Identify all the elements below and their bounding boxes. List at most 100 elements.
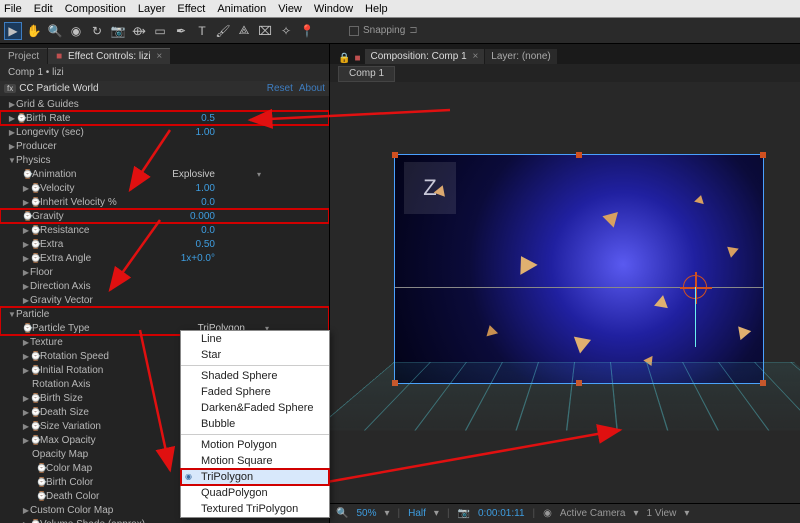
resize-handle[interactable] <box>760 152 766 158</box>
close-icon[interactable]: × <box>472 51 478 62</box>
clone-tool-icon[interactable]: ⟁ <box>235 22 253 40</box>
camera-tool-icon[interactable]: 📷 <box>109 22 127 40</box>
prop-death-color[interactable]: Death Color <box>46 491 99 502</box>
orbit-tool-icon[interactable]: ◉ <box>67 22 85 40</box>
prop-volume-shade[interactable]: Volume Shade (approx) <box>40 519 145 523</box>
prop-rot-axis[interactable]: Rotation Axis <box>32 379 90 390</box>
prop-size-var[interactable]: Size Variation <box>40 421 101 432</box>
dropdown-icon[interactable]: ▾ <box>257 170 261 179</box>
particle-type-dropdown[interactable]: Line Star Shaded Sphere Faded Sphere Dar… <box>180 330 330 518</box>
about-link[interactable]: About <box>299 83 325 94</box>
resize-handle[interactable] <box>392 152 398 158</box>
prop-animation-value[interactable]: Explosive <box>172 169 325 180</box>
option-shaded-sphere[interactable]: Shaded Sphere <box>181 368 329 384</box>
prop-velocity-value[interactable]: 1.00 <box>196 183 325 194</box>
lock-icon[interactable]: 🔒 <box>338 53 350 64</box>
prop-custom-color[interactable]: Custom Color Map <box>30 505 113 516</box>
option-motion-polygon[interactable]: Motion Polygon <box>181 437 329 453</box>
effect-header[interactable]: fx CC Particle World Reset About <box>0 81 329 96</box>
zoom-dropdown[interactable]: 50% <box>356 508 376 519</box>
text-tool-icon[interactable]: T <box>193 22 211 40</box>
views-dropdown[interactable]: 1 View <box>646 508 676 519</box>
prop-floor[interactable]: Floor <box>30 267 53 278</box>
prop-birth-rate-row[interactable]: ▶⌚ Birth Rate 0.5 <box>0 111 329 125</box>
prop-physics[interactable]: Physics <box>16 155 50 166</box>
prop-birth-size[interactable]: Birth Size <box>40 393 83 404</box>
prop-color-map[interactable]: Color Map <box>46 463 92 474</box>
option-line[interactable]: Line <box>181 331 329 347</box>
timecode[interactable]: 0:00:01:11 <box>478 508 525 519</box>
prop-resistance-value[interactable]: 0.0 <box>201 225 325 236</box>
prop-extra-value[interactable]: 0.50 <box>196 239 325 250</box>
prop-particle[interactable]: Particle <box>16 309 49 320</box>
pan-behind-tool-icon[interactable]: ⟴ <box>130 22 148 40</box>
resolution-dropdown[interactable]: Half <box>408 508 426 519</box>
prop-grid-guides[interactable]: Grid & Guides <box>16 99 79 110</box>
composition-panel: 🔒 ■ Composition: Comp 1 × Layer: (none) … <box>330 44 800 523</box>
prop-rot-speed[interactable]: Rotation Speed <box>40 351 109 362</box>
tab-effect-controls[interactable]: ■ Effect Controls: lizi × <box>48 48 170 64</box>
tab-composition[interactable]: Composition: Comp 1 × <box>365 49 485 64</box>
option-bubble[interactable]: Bubble <box>181 416 329 432</box>
prop-init-rot[interactable]: Initial Rotation <box>40 365 103 376</box>
roto-tool-icon[interactable]: ✧ <box>277 22 295 40</box>
hand-tool-icon[interactable]: ✋ <box>25 22 43 40</box>
snapping-toggle[interactable]: Snapping ⊐ <box>349 25 418 36</box>
prop-max-opacity[interactable]: Max Opacity <box>40 435 96 446</box>
eraser-tool-icon[interactable]: ⌧ <box>256 22 274 40</box>
resize-handle[interactable] <box>760 380 766 386</box>
menu-help[interactable]: Help <box>365 3 388 15</box>
option-tripolygon[interactable]: TriPolygon <box>181 469 329 485</box>
zoom-tool-icon[interactable]: 🔍 <box>46 22 64 40</box>
selection-tool-icon[interactable]: ▶ <box>4 22 22 40</box>
menu-file[interactable]: File <box>4 3 22 15</box>
menu-window[interactable]: Window <box>314 3 353 15</box>
prop-grav-vec[interactable]: Gravity Vector <box>30 295 93 306</box>
active-camera-dropdown[interactable]: Active Camera <box>560 508 626 519</box>
menu-animation[interactable]: Animation <box>217 3 266 15</box>
comp-subtab[interactable]: Comp 1 <box>338 66 395 82</box>
snapshot-icon[interactable]: ◉ <box>543 508 552 519</box>
snapping-checkbox-icon[interactable] <box>349 26 359 36</box>
particle-icon <box>733 322 751 340</box>
menu-view[interactable]: View <box>278 3 302 15</box>
prop-producer[interactable]: Producer <box>16 141 57 152</box>
magnify-icon[interactable]: 🔍 <box>336 508 348 519</box>
brush-tool-icon[interactable]: 🖌 <box>214 22 232 40</box>
shape-tool-icon[interactable]: ▭ <box>151 22 169 40</box>
option-faded-sphere[interactable]: Faded Sphere <box>181 384 329 400</box>
prop-dir-axis[interactable]: Direction Axis <box>30 281 91 292</box>
menu-layer[interactable]: Layer <box>138 3 166 15</box>
tab-layer[interactable]: Layer: (none) <box>485 49 556 64</box>
viewport[interactable]: Z <box>330 82 800 503</box>
prop-gravity-row[interactable]: ⌚ Gravity 0.000 <box>0 209 329 223</box>
pen-tool-icon[interactable]: ✒ <box>172 22 190 40</box>
breadcrumb: Comp 1 • lizi <box>0 64 329 81</box>
tab-project[interactable]: Project <box>0 48 47 64</box>
particle-icon <box>723 242 738 258</box>
prop-birth-color[interactable]: Birth Color <box>46 477 93 488</box>
prop-inherit-vel-value[interactable]: 0.0 <box>201 197 325 208</box>
prop-opacity-map[interactable]: Opacity Map <box>32 449 88 460</box>
option-quadpolygon[interactable]: QuadPolygon <box>181 485 329 501</box>
menu-composition[interactable]: Composition <box>65 3 126 15</box>
option-textured-tripolygon[interactable]: Textured TriPolygon <box>181 501 329 517</box>
close-tab-icon[interactable]: × <box>156 51 162 62</box>
prop-extra-angle-value[interactable]: 1x+0.0° <box>181 253 325 264</box>
prop-longevity-label[interactable]: Longevity (sec) <box>16 127 84 138</box>
fx-badge-icon[interactable]: fx <box>4 84 16 93</box>
menu-edit[interactable]: Edit <box>34 3 53 15</box>
prop-death-size[interactable]: Death Size <box>40 407 89 418</box>
option-motion-square[interactable]: Motion Square <box>181 453 329 469</box>
reset-link[interactable]: Reset <box>267 83 293 94</box>
option-darken-faded-sphere[interactable]: Darken&Faded Sphere <box>181 400 329 416</box>
prop-texture[interactable]: Texture <box>30 337 63 348</box>
resize-handle[interactable] <box>576 152 582 158</box>
menu-effect[interactable]: Effect <box>177 3 205 15</box>
prop-gravity-value[interactable]: 0.000 <box>190 211 325 222</box>
prop-birth-rate-value[interactable]: 0.5 <box>201 113 325 124</box>
rotate-tool-icon[interactable]: ↻ <box>88 22 106 40</box>
prop-longevity-value[interactable]: 1.00 <box>196 127 325 138</box>
option-star[interactable]: Star <box>181 347 329 363</box>
puppet-tool-icon[interactable]: 📍 <box>298 22 316 40</box>
